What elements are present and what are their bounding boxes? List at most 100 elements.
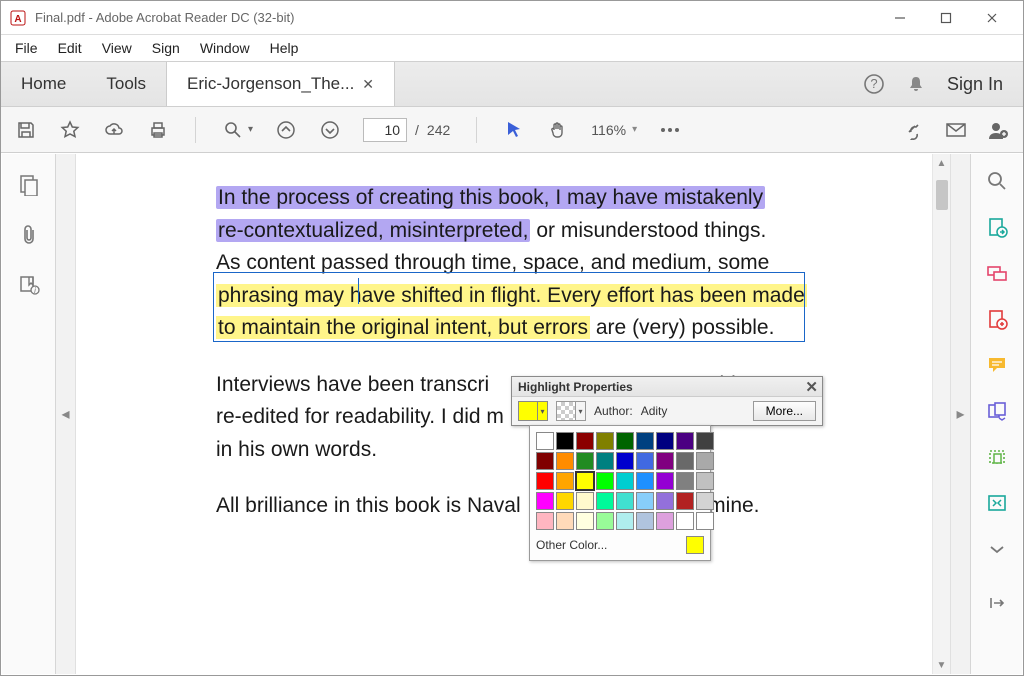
color-swatch[interactable]	[576, 512, 594, 530]
color-swatch[interactable]	[696, 512, 714, 530]
email-icon[interactable]	[945, 119, 967, 141]
color-swatch[interactable]	[676, 472, 694, 490]
color-swatch[interactable]	[636, 472, 654, 490]
page-up-icon[interactable]	[275, 119, 297, 141]
collapse-rail-icon[interactable]	[986, 592, 1008, 614]
color-picker-popup[interactable]: Other Color...	[529, 425, 711, 561]
save-icon[interactable]	[15, 119, 37, 141]
highlight-purple[interactable]: re-contextualized, misinterpreted,	[216, 219, 530, 242]
more-tools-icon[interactable]	[659, 119, 681, 141]
color-swatch[interactable]	[576, 432, 594, 450]
close-button[interactable]	[969, 3, 1015, 33]
color-swatch[interactable]	[596, 512, 614, 530]
color-swatch[interactable]	[656, 512, 674, 530]
color-swatch[interactable]	[536, 492, 554, 510]
add-person-icon[interactable]	[987, 119, 1009, 141]
cloud-upload-icon[interactable]	[103, 119, 125, 141]
recent-color-swatch[interactable]	[686, 536, 704, 554]
color-swatch[interactable]	[636, 512, 654, 530]
color-swatch[interactable]	[576, 452, 594, 470]
highlight-properties-toolbar[interactable]: Highlight Properties ✕ ▾ ▾ Author: Adity…	[511, 376, 823, 426]
create-pdf-icon[interactable]	[986, 308, 1008, 330]
color-swatch[interactable]	[616, 492, 634, 510]
organize-icon[interactable]	[986, 446, 1008, 468]
scroll-down-icon[interactable]: ▼	[933, 656, 950, 674]
tab-document[interactable]: Eric-Jorgenson_The... ✕	[166, 62, 395, 106]
menu-view[interactable]: View	[92, 37, 142, 59]
color-swatch[interactable]	[536, 512, 554, 530]
minimize-button[interactable]	[877, 3, 923, 33]
color-swatch[interactable]	[636, 492, 654, 510]
scroll-thumb[interactable]	[936, 180, 948, 210]
highlight-purple[interactable]: In the process of creating this book, I …	[216, 186, 765, 209]
other-color-link[interactable]: Other Color...	[536, 538, 607, 552]
find-dropdown-icon[interactable]: ▾	[248, 124, 253, 135]
color-swatch[interactable]	[536, 432, 554, 450]
color-swatch[interactable]	[676, 452, 694, 470]
menu-help[interactable]: Help	[260, 37, 309, 59]
highlight-yellow[interactable]: phrasing may have shifted in flight. Eve…	[216, 284, 807, 307]
select-tool-icon[interactable]	[503, 119, 525, 141]
sign-in-link[interactable]: Sign In	[947, 74, 1003, 95]
more-button[interactable]: More...	[753, 401, 816, 421]
find-icon[interactable]	[222, 119, 244, 141]
highlight-properties-close-icon[interactable]: ✕	[805, 378, 818, 396]
combine-icon[interactable]	[986, 400, 1008, 422]
menu-edit[interactable]: Edit	[48, 37, 92, 59]
color-swatch[interactable]	[596, 492, 614, 510]
compress-icon[interactable]	[986, 492, 1008, 514]
zoom-dropdown-icon[interactable]: ▾	[632, 124, 637, 135]
color-swatch[interactable]	[556, 492, 574, 510]
color-swatch[interactable]	[676, 492, 694, 510]
tab-home[interactable]: Home	[1, 62, 86, 106]
color-swatch[interactable]	[596, 472, 614, 490]
bell-icon[interactable]	[905, 73, 927, 95]
menu-file[interactable]: File	[5, 37, 48, 59]
menu-window[interactable]: Window	[190, 37, 260, 59]
help-icon[interactable]: ?	[863, 73, 885, 95]
color-swatch[interactable]	[656, 432, 674, 450]
color-swatch[interactable]	[696, 492, 714, 510]
tab-close-icon[interactable]: ✕	[362, 76, 374, 93]
left-pane-toggle[interactable]: ◂	[56, 154, 76, 674]
color-swatch[interactable]	[536, 452, 554, 470]
comment-icon[interactable]	[986, 354, 1008, 376]
color-swatch[interactable]	[696, 432, 714, 450]
highlight-yellow[interactable]: to maintain the original intent, but err…	[216, 316, 590, 339]
page-number-input[interactable]	[363, 118, 407, 142]
print-icon[interactable]	[147, 119, 169, 141]
color-swatch-button[interactable]: ▾	[518, 401, 548, 421]
highlight-properties-titlebar[interactable]: Highlight Properties ✕	[512, 377, 822, 397]
color-swatch[interactable]	[636, 432, 654, 450]
color-swatch[interactable]	[616, 432, 634, 450]
color-swatch[interactable]	[636, 452, 654, 470]
color-swatch[interactable]	[656, 492, 674, 510]
search-tool-icon[interactable]	[986, 170, 1008, 192]
color-swatch[interactable]	[556, 512, 574, 530]
color-swatch[interactable]	[556, 432, 574, 450]
bookmarks-icon[interactable]: i	[18, 274, 40, 296]
color-swatch[interactable]	[696, 472, 714, 490]
tab-tools[interactable]: Tools	[86, 62, 166, 106]
expand-tools-icon[interactable]	[986, 538, 1008, 560]
color-swatch[interactable]	[556, 452, 574, 470]
chevron-down-icon[interactable]: ▾	[537, 402, 547, 420]
page-down-icon[interactable]	[319, 119, 341, 141]
color-swatch[interactable]	[616, 452, 634, 470]
opacity-button[interactable]: ▾	[556, 401, 586, 421]
color-swatch[interactable]	[676, 432, 694, 450]
color-swatch[interactable]	[616, 472, 634, 490]
color-swatch[interactable]	[556, 472, 574, 490]
edit-pdf-icon[interactable]	[986, 262, 1008, 284]
zoom-control[interactable]: 116% ▾	[591, 122, 637, 138]
color-swatch[interactable]	[676, 512, 694, 530]
vertical-scrollbar[interactable]: ▲ ▼	[932, 154, 950, 674]
color-swatch[interactable]	[576, 492, 594, 510]
attachments-icon[interactable]	[18, 224, 40, 246]
color-swatch[interactable]	[656, 452, 674, 470]
maximize-button[interactable]	[923, 3, 969, 33]
export-pdf-icon[interactable]	[986, 216, 1008, 238]
color-swatch[interactable]	[596, 452, 614, 470]
thumbnails-icon[interactable]	[18, 174, 40, 196]
chevron-down-icon[interactable]: ▾	[575, 402, 585, 420]
